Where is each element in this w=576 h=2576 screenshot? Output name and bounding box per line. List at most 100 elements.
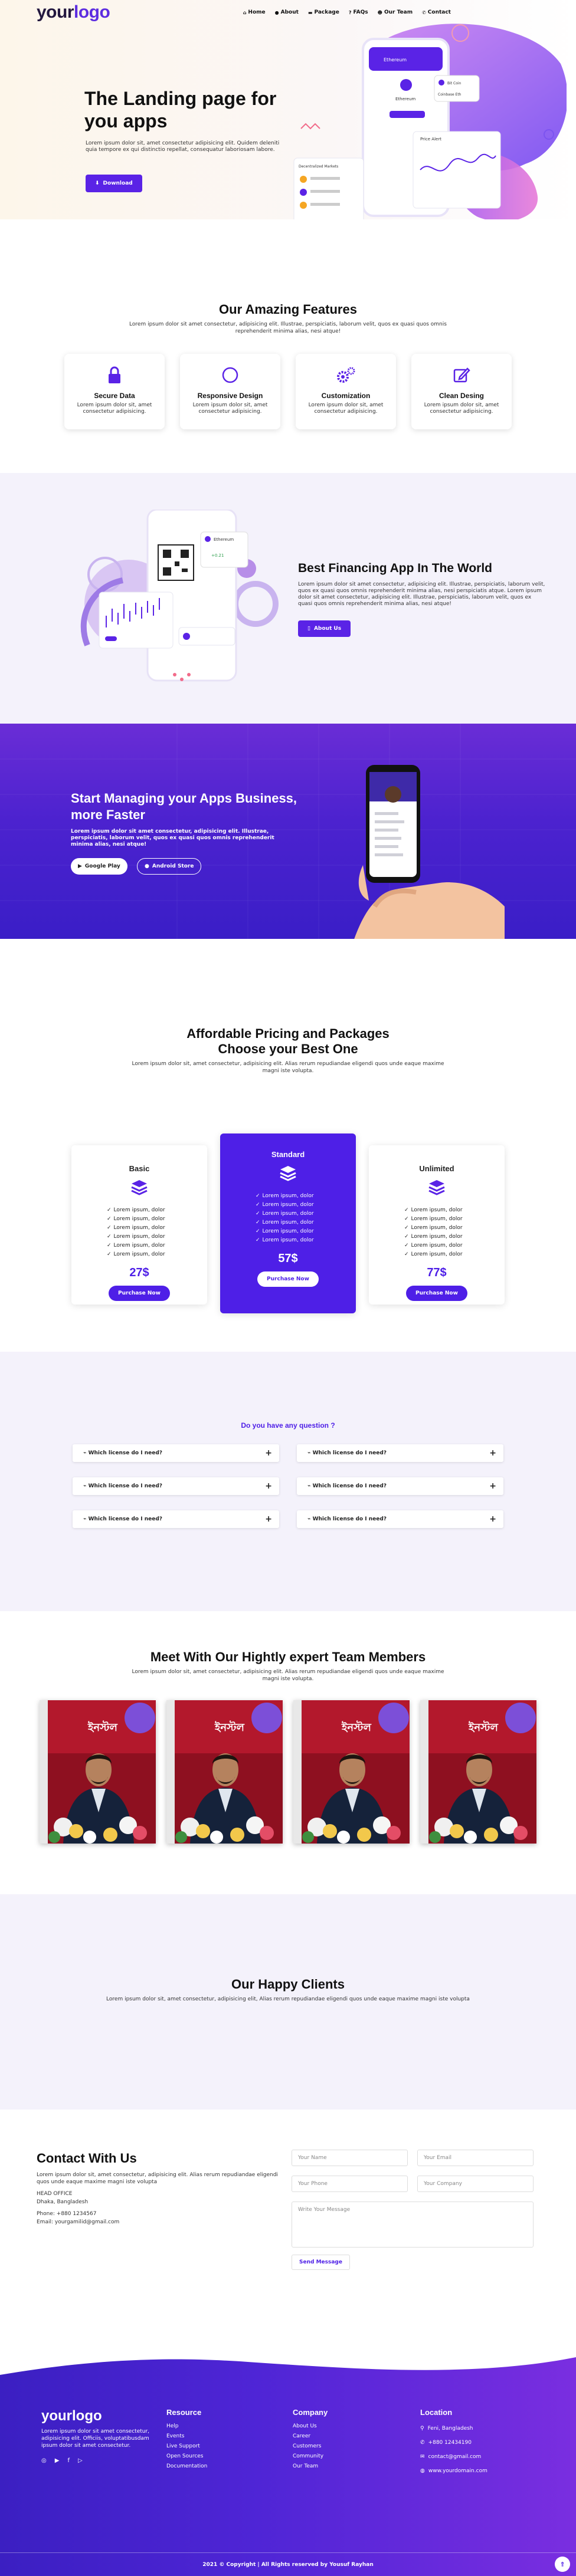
plan-feature: ✓ Lorem ipsum, dolor [107, 1241, 172, 1250]
youtube-icon[interactable]: ▶ [55, 2457, 60, 2464]
plan-name: Basic [129, 1164, 150, 1173]
send-message-button[interactable]: Send Message [292, 2255, 350, 2270]
location-website[interactable]: www.yourdomain.com [428, 2464, 487, 2478]
purchase-unlimited-button[interactable]: Purchase Now [406, 1286, 467, 1301]
logo[interactable]: yourlogo [37, 2, 110, 22]
email-field[interactable]: Your Email [417, 2150, 534, 2166]
team-icon: ☻ [377, 9, 382, 15]
phone-icon: ✆ [420, 2440, 425, 2446]
footer-link[interactable]: Live Support [166, 2443, 200, 2449]
office-city: Dhaka, Bangladesh [37, 2199, 89, 2205]
hero-text: Lorem ipsum dolor sit, amet consectetur … [86, 140, 280, 153]
contact-email: Email: yourgamilid@gmail.com [37, 2219, 120, 2225]
footer-link[interactable]: Documentation [166, 2463, 207, 2469]
faq-item[interactable]: ⌁ Which license do I need? + [297, 1510, 503, 1528]
photo-sign-text: ইনস্টল [87, 1720, 117, 1734]
about-us-button[interactable]: ▯ About Us [298, 620, 351, 637]
name-field[interactable]: Your Name [292, 2150, 408, 2166]
finance-text: Lorem ipsum dolor sit amet consectetur, … [298, 581, 545, 607]
feature-text: Lorem ipsum dolor sit, amet consectetur … [308, 402, 384, 415]
footer-logo[interactable]: yourlogo [41, 2408, 102, 2424]
nav-contact-label: Contact [427, 9, 451, 15]
download-button[interactable]: ⬇ Download [86, 175, 142, 192]
check-icon: ✓ [107, 1207, 112, 1213]
plan-name: Standard [271, 1150, 305, 1159]
nav-home-label: Home [248, 9, 266, 15]
plan-feature: ✓ Lorem ipsum, dolor [256, 1236, 320, 1245]
location-address: Feni, Bangladesh [427, 2426, 473, 2432]
purchase-standard-button[interactable]: Purchase Now [257, 1271, 319, 1287]
clients-title: Our Happy Clients [231, 1977, 345, 1992]
check-icon: ✓ [256, 1211, 260, 1217]
footer-link[interactable]: Customers [293, 2443, 321, 2449]
nav-contact[interactable]: ✆ Contact [422, 9, 451, 15]
download-icon: ⬇ [95, 180, 100, 186]
plan-feature: ✓ Lorem ipsum, dolor [404, 1206, 469, 1215]
footer-link[interactable]: Help [166, 2423, 179, 2429]
plan-feature: ✓ Lorem ipsum, dolor [256, 1227, 320, 1236]
mock-amount: +0.21 [211, 553, 224, 558]
features-subtitle: Lorem ipsum dolor sit amet consectetur, … [129, 321, 447, 334]
nav-home[interactable]: ⌂ Home [243, 9, 266, 15]
photo-sign-text: ইনস্টল [468, 1720, 498, 1734]
apps-title: Start Managing your Apps Business, more … [71, 791, 297, 822]
hand-phone-illustration [354, 765, 505, 939]
link-icon: ⌁ [307, 1516, 313, 1522]
footer-link[interactable]: Career [293, 2433, 310, 2439]
plan-card-unlimited: Unlimited ✓ Lorem ipsum, dolor ✓ Lorem ips… [369, 1145, 505, 1305]
gears-icon [296, 366, 396, 385]
faq-item[interactable]: ⌁ Which license do I need? + [297, 1444, 503, 1462]
footer-link[interactable]: Community [293, 2453, 323, 2459]
footer-link[interactable]: About Us [293, 2423, 317, 2429]
plan-feature: ✓ Lorem ipsum, dolor [107, 1215, 172, 1224]
globe-icon: ◍ [420, 2468, 425, 2474]
feature-card-customization: Customization Lorem ipsum dolor sit, ame… [296, 354, 396, 429]
facebook-icon[interactable]: f [67, 2457, 70, 2464]
nav-faqs[interactable]: ? FAQs [349, 9, 368, 15]
message-field[interactable]: Write Your Message [292, 2202, 534, 2248]
footer-link[interactable]: Our Team [293, 2463, 318, 2469]
mock-header: Ethereum [214, 537, 234, 542]
office-label: HEAD OFFICE [37, 2191, 73, 2197]
map-pin-icon: ⚲ [420, 2426, 424, 2432]
plan-feature: ✓ Lorem ipsum, dolor [404, 1215, 469, 1224]
company-field[interactable]: Your Company [417, 2176, 534, 2192]
download-label: Download [103, 180, 133, 186]
edit-icon [411, 366, 512, 385]
plan-name: Unlimited [419, 1164, 454, 1173]
faq-item[interactable]: ⌁ Which license do I need? + [297, 1477, 503, 1495]
contact-info: Lorem ipsum dolor sit, amet consectetur,… [37, 2170, 279, 2226]
footer-link[interactable]: Events [166, 2433, 184, 2439]
purchase-basic-button[interactable]: Purchase Now [109, 1286, 170, 1301]
location-email[interactable]: contact@gmail.com [428, 2450, 482, 2464]
android-store-button[interactable]: ● Android Store [137, 858, 202, 875]
faq-item[interactable]: ⌁ Which license do I need? + [73, 1510, 279, 1528]
check-icon: ✓ [256, 1193, 260, 1199]
phone-header: Ethereum [384, 57, 407, 63]
faq-list: ⌁ Which license do I need? + ⌁ Which lice… [0, 1444, 576, 1528]
plan-feature: ✓ Lorem ipsum, dolor [404, 1224, 469, 1233]
check-icon: ✓ [256, 1237, 260, 1243]
plan-feature: ✓ Lorem ipsum, dolor [107, 1250, 172, 1259]
instagram-icon[interactable]: ◎ [41, 2457, 47, 2464]
faq-item[interactable]: ⌁ Which license do I need? + [73, 1444, 279, 1462]
apps-section: Start Managing your Apps Business, more … [0, 724, 576, 939]
nav-package[interactable]: ▬ Package [308, 9, 339, 15]
nav-team[interactable]: ☻ Our Team [378, 9, 413, 15]
team-member-photo: ইনস্টল [166, 1700, 283, 1844]
top-nav: yourlogo ⌂ Home ● About ▬ Package ? FAQs ☻ Ou… [0, 0, 576, 25]
hero-illustration: Ethereum Ethereum Bit Coin Coinbase Eth … [293, 24, 567, 219]
back-to-top-button[interactable]: ⇑ [555, 2557, 570, 2572]
nav-about[interactable]: ● About [275, 9, 299, 15]
google-play-button[interactable]: ▶ Google Play [71, 858, 127, 875]
feature-title: Clean Desing [438, 392, 485, 400]
footer-link[interactable]: Open Sources [166, 2453, 204, 2459]
phone-mobile-icon: ▯ [307, 626, 310, 632]
phone-field[interactable]: Your Phone [292, 2176, 408, 2192]
finance-illustration: Ethereum +0.21 [80, 510, 279, 682]
faq-item[interactable]: ⌁ Which license do I need? + [73, 1477, 279, 1495]
youtube-alt-icon[interactable]: ▷ [78, 2457, 83, 2464]
plus-icon: + [265, 1448, 272, 1458]
team-member-photo: ইনস্টল [40, 1700, 156, 1844]
package-icon: ▬ [307, 9, 313, 15]
